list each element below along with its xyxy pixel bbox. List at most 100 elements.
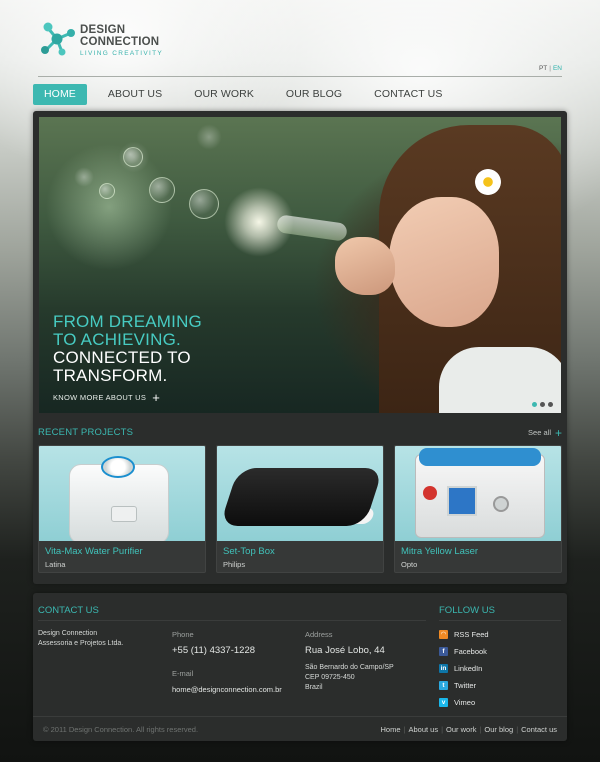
plus-icon: + xyxy=(554,425,562,440)
link-separator: | xyxy=(516,725,519,734)
nav-about-us[interactable]: ABOUT US xyxy=(97,84,173,105)
footer: CONTACT US Design Connection Assessoria … xyxy=(33,593,567,741)
vimeo-icon: v xyxy=(439,698,448,707)
projects-list: Vita-Max Water Purifier Latina Set-Top B… xyxy=(38,445,562,573)
project-name[interactable]: Set-Top Box xyxy=(223,546,383,557)
project-client: Opto xyxy=(401,560,418,569)
hero-line-4: TRANSFORM. xyxy=(53,366,168,385)
know-more-label: KNOW MORE ABOUT US xyxy=(53,393,147,402)
project-card[interactable]: Mitra Yellow Laser Opto xyxy=(394,445,562,573)
hero-caption: FROM DREAMING TO ACHIEVING. CONNECTED TO… xyxy=(53,312,202,404)
hero-line-3: CONNECTED TO xyxy=(53,348,191,367)
social-linkedin[interactable]: in LinkedIn xyxy=(439,663,489,674)
molecule-logo-icon xyxy=(41,22,75,56)
logo-tagline: LIVING CREATIVITY xyxy=(80,50,164,57)
footer-link-contact-us[interactable]: Contact us xyxy=(521,725,557,734)
nav-our-work[interactable]: OUR WORK xyxy=(183,84,265,105)
hero-line-1: FROM DREAMING xyxy=(53,312,202,331)
footer-link-about-us[interactable]: About us xyxy=(408,725,438,734)
purifier-tap xyxy=(111,506,137,522)
hero-slider[interactable]: FROM DREAMING TO ACHIEVING. CONNECTED TO… xyxy=(39,117,561,413)
footer-divider xyxy=(38,620,426,621)
nav-our-blog[interactable]: OUR BLOG xyxy=(275,84,353,105)
set-top-box-body xyxy=(219,468,383,526)
nav-contact-us[interactable]: CONTACT US xyxy=(363,84,453,105)
lang-separator: | xyxy=(549,65,551,72)
language-switcher: PT | EN xyxy=(539,65,562,72)
see-all-link[interactable]: See all + xyxy=(528,425,562,440)
social-rss[interactable]: ◠ RSS Feed xyxy=(439,629,489,640)
footer-link-our-work[interactable]: Our work xyxy=(446,725,476,734)
daisy-flower xyxy=(475,169,501,195)
slider-pagination xyxy=(529,402,553,407)
recent-projects-title: RECENT PROJECTS xyxy=(38,427,134,438)
bubble-decoration xyxy=(123,147,143,167)
linkedin-icon: in xyxy=(439,664,448,673)
follow-us-title: FOLLOW US xyxy=(439,605,495,616)
bubble-decoration xyxy=(149,177,175,203)
slider-dot-1[interactable] xyxy=(532,402,537,407)
laser-screen xyxy=(447,486,477,516)
link-separator: | xyxy=(403,725,406,734)
project-name[interactable]: Vita-Max Water Purifier xyxy=(45,546,205,557)
laser-device-image xyxy=(395,446,561,541)
lang-pt-link[interactable]: PT xyxy=(539,65,547,72)
social-label: Vimeo xyxy=(454,698,476,707)
bubble-decoration xyxy=(189,189,219,219)
facebook-icon: f xyxy=(439,647,448,656)
footer-link-home[interactable]: Home xyxy=(381,725,401,734)
logo[interactable]: DESIGN CONNECTION LIVING CREATIVITY xyxy=(38,20,168,64)
email-label: E-mail xyxy=(172,669,194,678)
project-name[interactable]: Mitra Yellow Laser xyxy=(401,546,561,557)
laser-top xyxy=(419,448,541,466)
copyright-text: © 2011 Design Connection. All rights res… xyxy=(43,725,199,734)
rss-icon: ◠ xyxy=(439,630,448,639)
project-card[interactable]: Set-Top Box Philips xyxy=(216,445,384,573)
link-separator: | xyxy=(441,725,444,734)
girl-hand xyxy=(335,237,395,295)
girl-face xyxy=(389,197,499,327)
slider-dot-3[interactable] xyxy=(548,402,553,407)
phone-value: +55 (11) 4337-1228 xyxy=(172,645,256,656)
lang-en-link[interactable]: EN xyxy=(553,65,562,72)
link-separator: | xyxy=(479,725,482,734)
water-purifier-image xyxy=(39,446,205,541)
main-nav: HOME ABOUT US OUR WORK OUR BLOG CONTACT … xyxy=(33,84,463,105)
project-card[interactable]: Vita-Max Water Purifier Latina xyxy=(38,445,206,573)
recent-projects-header: RECENT PROJECTS See all + xyxy=(38,425,562,440)
address-label: Address xyxy=(305,630,333,639)
logo-title: DESIGN CONNECTION xyxy=(80,24,160,48)
purifier-knob xyxy=(101,456,135,478)
laser-knob xyxy=(493,496,509,512)
social-label: Facebook xyxy=(454,647,487,656)
social-twitter[interactable]: t Twitter xyxy=(439,680,489,691)
main-panel: FROM DREAMING TO ACHIEVING. CONNECTED TO… xyxy=(33,111,567,584)
social-label: RSS Feed xyxy=(454,630,489,639)
project-client: Philips xyxy=(223,560,246,569)
phone-label: Phone xyxy=(172,630,194,639)
project-client: Latina xyxy=(45,560,66,569)
nav-home[interactable]: HOME xyxy=(33,84,87,105)
laser-button xyxy=(423,486,437,500)
social-vimeo[interactable]: v Vimeo xyxy=(439,697,489,708)
address-details: São Bernardo do Campo/SP CEP 09725-450 B… xyxy=(305,664,394,691)
email-link[interactable]: home@designconnection.com.br xyxy=(172,685,282,694)
footer-divider xyxy=(439,620,561,621)
footer-contact-title: CONTACT US xyxy=(38,605,99,616)
footer-link-our-blog[interactable]: Our blog xyxy=(484,725,513,734)
see-all-label: See all xyxy=(528,428,551,437)
social-links: ◠ RSS Feed f Facebook in LinkedIn t Twit… xyxy=(439,629,489,714)
social-facebook[interactable]: f Facebook xyxy=(439,646,489,657)
bubble-decoration xyxy=(99,183,115,199)
social-label: LinkedIn xyxy=(454,664,483,673)
set-top-box-image xyxy=(217,446,383,541)
slider-dot-2[interactable] xyxy=(540,402,545,407)
twitter-icon: t xyxy=(439,681,448,690)
address-street: Rua José Lobo, 44 xyxy=(305,645,385,656)
company-name: Design Connection Assessoria e Projetos … xyxy=(38,630,124,647)
footer-bottom-divider xyxy=(33,716,567,717)
header-divider xyxy=(38,76,562,77)
social-label: Twitter xyxy=(454,681,477,690)
footer-nav: Home | About us | Our work | Our blog | Cont… xyxy=(381,725,558,734)
know-more-link[interactable]: KNOW MORE ABOUT US + xyxy=(53,391,202,404)
